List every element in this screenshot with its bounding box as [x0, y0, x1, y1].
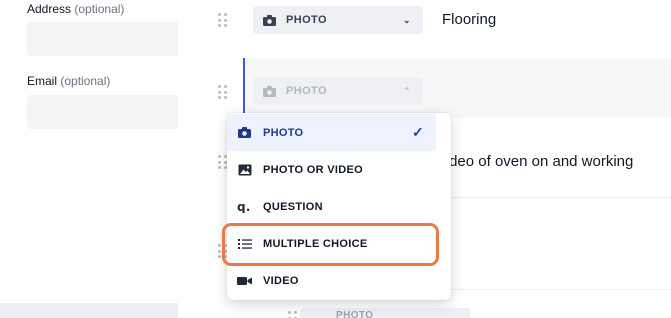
drag-handle-icon[interactable]	[218, 85, 228, 99]
menu-item-photo[interactable]: PHOTO ✓	[227, 114, 436, 151]
item-type-select[interactable]: PHOTO ⌄	[253, 6, 423, 34]
email-label: Email (optional)	[27, 74, 111, 88]
item-type-label: PHOTO	[286, 85, 327, 97]
item-title[interactable]: Video of oven on and working	[436, 153, 633, 170]
highlight-annotation	[222, 223, 439, 266]
item-title[interactable]: Flooring	[442, 11, 496, 28]
menu-item-label: VIDEO	[263, 274, 299, 287]
chevron-up-icon: ⌃	[403, 85, 411, 96]
form-panel: Address (optional) Email (optional)	[0, 0, 178, 318]
question-icon: q.	[236, 200, 253, 214]
camera-icon	[236, 126, 253, 140]
menu-item-label: QUESTION	[263, 200, 323, 213]
type-dropdown-menu: PHOTO ✓ PHOTO OR VIDEO q. QUESTION MULTI…	[227, 113, 451, 300]
image-icon	[236, 163, 253, 177]
row-divider	[451, 197, 671, 198]
menu-item-photo-or-video[interactable]: PHOTO OR VIDEO	[227, 151, 451, 188]
item-type-label: PHOTO	[286, 14, 327, 26]
check-icon: ✓	[412, 124, 425, 140]
row-divider	[451, 289, 671, 290]
item-type-select-open[interactable]: PHOTO ⌃	[253, 77, 423, 105]
item-type-select[interactable]: PHOTO	[300, 308, 470, 318]
menu-item-label: PHOTO	[263, 126, 304, 139]
video-camera-icon	[236, 274, 253, 288]
email-input[interactable]	[27, 95, 178, 129]
address-label: Address (optional)	[27, 2, 125, 16]
form-footer	[0, 303, 178, 318]
svg-text:q.: q.	[237, 201, 251, 213]
camera-icon	[263, 85, 276, 97]
drag-handle-icon[interactable]	[218, 13, 228, 27]
menu-item-question[interactable]: q. QUESTION	[227, 188, 451, 225]
camera-icon	[263, 14, 276, 26]
item-type-label: PHOTO	[336, 310, 374, 318]
address-input[interactable]	[27, 22, 178, 56]
active-row-indicator	[243, 58, 245, 118]
chevron-down-icon: ⌄	[403, 14, 411, 25]
menu-item-video[interactable]: VIDEO	[227, 262, 451, 299]
menu-item-label: PHOTO OR VIDEO	[263, 163, 363, 176]
drag-handle-icon[interactable]	[288, 311, 298, 318]
